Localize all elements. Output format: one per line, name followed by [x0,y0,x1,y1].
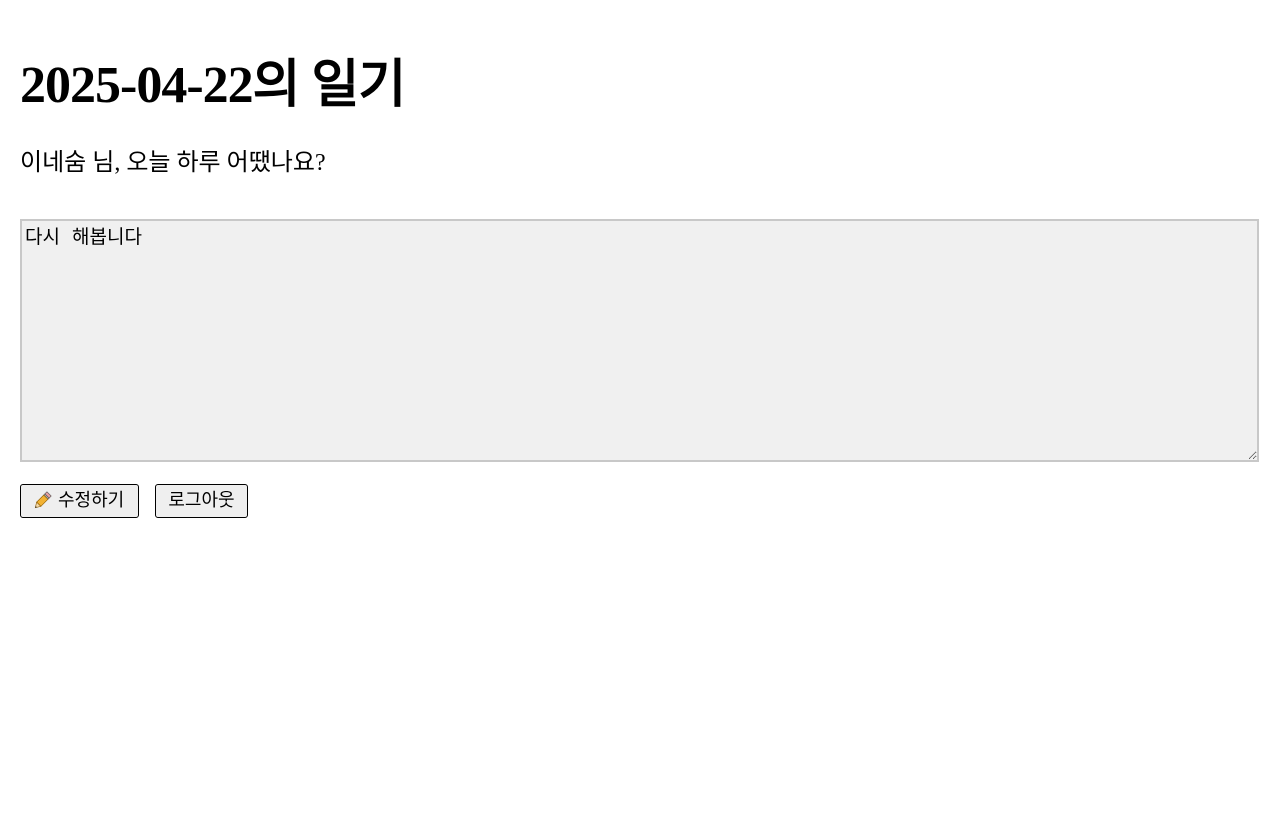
page-title: 2025-04-22의 일기 [20,57,406,114]
edit-button-label: 수정하기 [58,490,125,511]
edit-button[interactable]: 수정하기 [20,484,139,518]
pencil-icon [31,490,53,512]
logout-button-label: 로그아웃 [168,490,235,511]
greeting-text: 이네숨 님, 오늘 하루 어땠나요? [20,150,326,176]
diary-textarea[interactable] [20,219,1259,462]
logout-button[interactable]: 로그아웃 [155,484,248,518]
